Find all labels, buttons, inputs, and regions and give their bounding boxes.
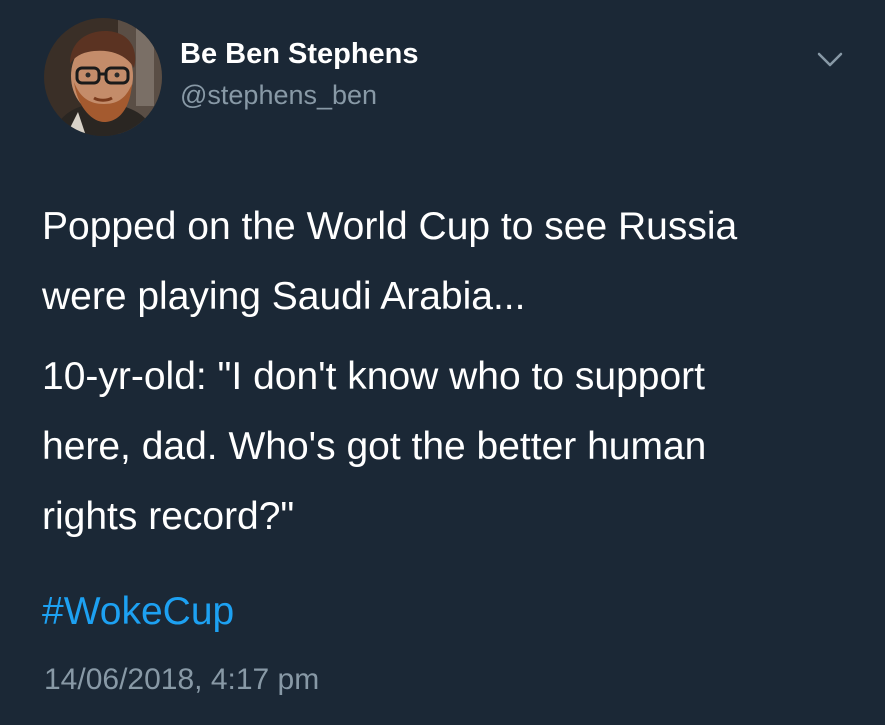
hashtag-link[interactable]: #WokeCup xyxy=(42,587,234,637)
avatar-photo xyxy=(44,18,162,136)
tweet-line: were playing Saudi Arabia... xyxy=(42,275,526,318)
tweet-line: 10-yr-old: "I don't know who to support xyxy=(42,355,705,398)
display-name[interactable]: Be Ben Stephens xyxy=(180,38,419,71)
user-handle[interactable]: @stephens_ben xyxy=(180,80,377,111)
tweet-line: rights record?" xyxy=(42,495,295,538)
tweet-timestamp[interactable]: 14/06/2018, 4:17 pm xyxy=(44,660,319,700)
tweet-line: Popped on the World Cup to see Russia xyxy=(42,205,738,248)
tweet-paragraph: 10-yr-old: "I don't know who to support … xyxy=(42,342,862,552)
tweet-text: Popped on the World Cup to see Russia we… xyxy=(42,192,862,552)
chevron-down-icon[interactable] xyxy=(815,48,845,70)
tweet-line: here, dad. Who's got the better human xyxy=(42,425,707,468)
avatar[interactable] xyxy=(44,18,162,136)
tweet-card: Be Ben Stephens @stephens_ben Popped on … xyxy=(0,0,885,725)
tweet-paragraph: Popped on the World Cup to see Russia we… xyxy=(42,192,862,332)
